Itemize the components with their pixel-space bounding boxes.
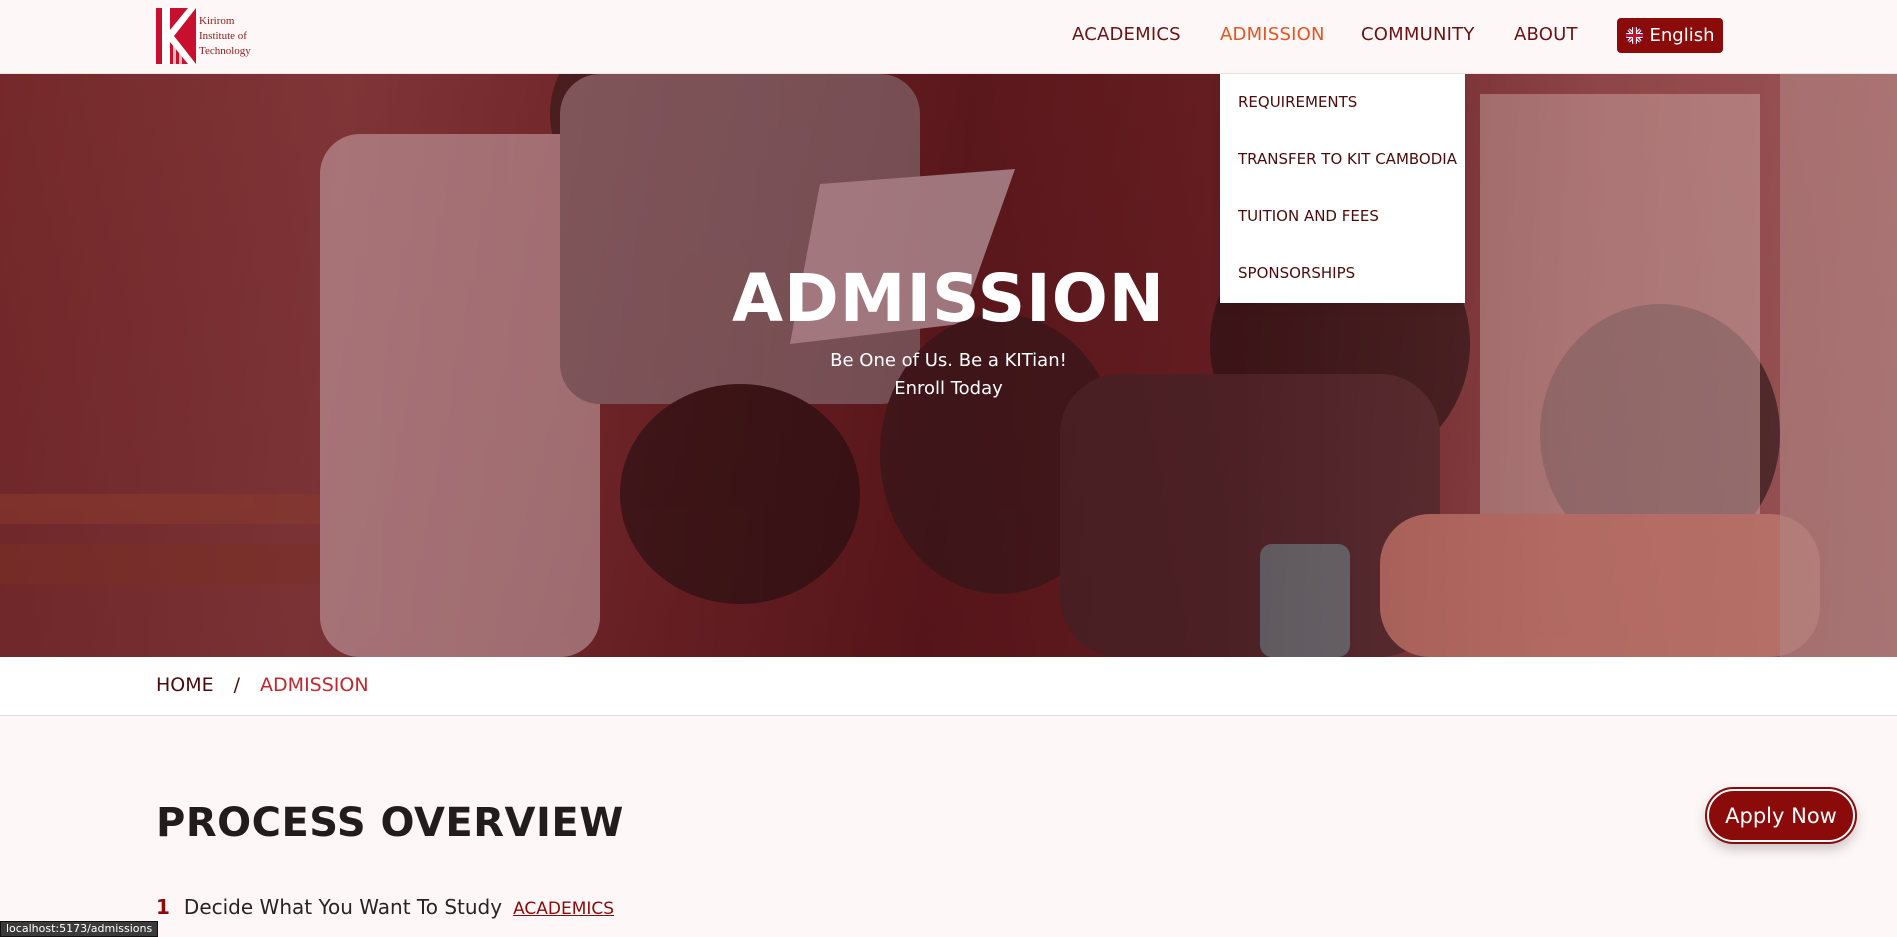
site-header: Kirirom Institute of Technology ACADEMIC… (0, 0, 1897, 74)
breadcrumb-home-link[interactable]: HOME (156, 674, 214, 696)
dropdown-item-requirements[interactable]: REQUIREMENTS (1220, 74, 1465, 131)
dropdown-item-sponsorships[interactable]: SPONSORSHIPS (1220, 245, 1465, 302)
step-academics-link[interactable]: ACADEMICS (513, 899, 614, 919)
nav-admission[interactable]: ADMISSION (1220, 24, 1325, 45)
logo-line: Kirirom (199, 14, 235, 27)
hero-subtitle-cta: Enroll Today (894, 378, 1003, 399)
uk-flag-icon (1625, 27, 1643, 44)
breadcrumb-bar: HOME / ADMISSION (0, 657, 1897, 716)
nav-academics[interactable]: ACADEMICS (1072, 24, 1181, 45)
admission-dropdown-menu: REQUIREMENTS TRANSFER TO KIT CAMBODIA TU… (1220, 74, 1465, 303)
kit-logo[interactable]: Kirirom Institute of Technology (156, 6, 266, 66)
dropdown-item-tuition[interactable]: TUITION AND FEES (1220, 188, 1465, 245)
logo-line: Institute of (199, 29, 247, 42)
status-bar-url: localhost:5173/admissions (0, 921, 159, 937)
hero-title: ADMISSION (731, 260, 1166, 337)
language-button[interactable]: English (1617, 18, 1723, 53)
breadcrumb: HOME / ADMISSION (156, 674, 369, 696)
logo-text: Kirirom Institute of Technology (199, 14, 251, 59)
step-number: 1 (156, 895, 170, 919)
step-text: Decide What You Want To Study (183, 895, 503, 919)
hero-banner: ADMISSION Be One of Us. Be a KITian! Enr… (0, 74, 1897, 657)
apply-now-button[interactable]: Apply Now (1705, 787, 1857, 844)
logo-line: Technology (199, 44, 251, 57)
kit-logo-mark-icon (156, 8, 196, 64)
process-overview-title: PROCESS OVERVIEW (156, 800, 624, 846)
breadcrumb-separator: / (233, 674, 241, 696)
language-label: English (1649, 25, 1715, 46)
breadcrumb-current: ADMISSION (260, 674, 369, 696)
nav-about[interactable]: ABOUT (1514, 24, 1578, 45)
process-step: 1 Decide What You Want To Study ACADEMIC… (156, 895, 614, 919)
dropdown-item-transfer[interactable]: TRANSFER TO KIT CAMBODIA (1220, 131, 1465, 188)
nav-community[interactable]: COMMUNITY (1361, 24, 1475, 45)
hero-subtitle: Be One of Us. Be a KITian! (830, 350, 1067, 371)
